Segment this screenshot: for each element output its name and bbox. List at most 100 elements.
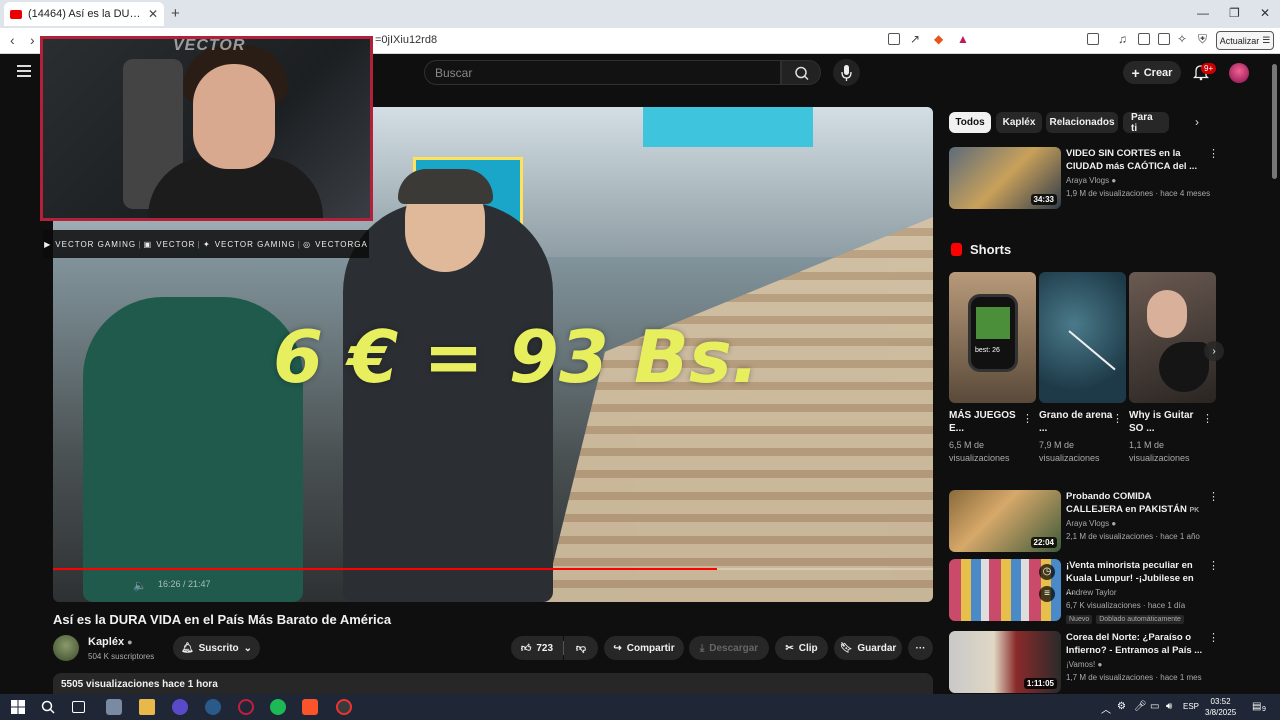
chip-kaplex[interactable]: Kapléx: [996, 112, 1042, 133]
recommendation-item[interactable]: 34:33 VIDEO SIN CORTES en la CIUDAD más …: [949, 147, 1224, 209]
brave-shield-icon[interactable]: ◆: [934, 32, 943, 46]
save-button[interactable]: 🔖︎ Guardar: [834, 636, 902, 660]
volume-icon[interactable]: 🔈: [133, 579, 147, 592]
search-icon[interactable]: [40, 699, 56, 715]
brave-rewards-icon[interactable]: ▲: [957, 32, 969, 46]
more-vert-icon[interactable]: ⋮: [1022, 412, 1033, 425]
dislike-button[interactable]: 👎︎: [564, 636, 598, 660]
create-button[interactable]: + Crear: [1123, 61, 1181, 84]
stream-logo: VECTOR: [173, 37, 246, 54]
tray-chevron-icon[interactable]: ︿: [1101, 701, 1111, 716]
description-box[interactable]: 5505 visualizaciones hace 1 hora: [53, 673, 933, 695]
short-thumbnail[interactable]: [1129, 272, 1216, 403]
forward-icon[interactable]: ›: [30, 32, 35, 48]
more-vert-icon[interactable]: ⋮: [1112, 412, 1123, 425]
share-button[interactable]: ↪ Compartir: [604, 636, 684, 660]
close-window-button[interactable]: ✕: [1260, 6, 1270, 20]
close-tab-icon[interactable]: ✕: [148, 7, 158, 21]
shorts-next-button[interactable]: ›: [1204, 341, 1224, 361]
short-views: 7,9 M de visualizaciones: [1039, 440, 1100, 463]
volume-icon[interactable]: 🔊︎: [1166, 701, 1172, 712]
recommendation-item[interactable]: 22:04 Probando COMIDA CALLEJERA en PAKIS…: [949, 490, 1224, 552]
app-icon[interactable]: [106, 699, 122, 715]
restore-button[interactable]: ❐: [1229, 6, 1240, 20]
spotify-icon[interactable]: [270, 699, 286, 715]
chip-para-ti[interactable]: Para ti: [1123, 112, 1169, 134]
page-scrollbar[interactable]: [1272, 64, 1277, 179]
chevron-right-icon[interactable]: ›: [1195, 115, 1199, 129]
short-item[interactable]: best: 26 MÁS JUEGOS E... 6,5 M de visual…: [949, 272, 1036, 465]
chip-relacionados[interactable]: Relacionados: [1046, 112, 1118, 133]
chip-todos[interactable]: Todos: [949, 112, 991, 133]
short-thumbnail[interactable]: [1039, 272, 1126, 403]
app-icon[interactable]: [336, 699, 352, 715]
short-item[interactable]: Grano de arena ... 7,9 M de visualizacio…: [1039, 272, 1126, 465]
recommendation-item[interactable]: ◷ ≡ ¡Venta minorista peculiar en Kuala L…: [949, 559, 1224, 624]
steam-icon[interactable]: [205, 699, 221, 715]
minimize-button[interactable]: —: [1197, 6, 1209, 20]
recommendation-thumbnail[interactable]: 34:33: [949, 147, 1061, 209]
app-icon[interactable]: [172, 699, 188, 715]
recommendation-thumbnail[interactable]: ◷ ≡: [949, 559, 1061, 621]
more-vert-icon[interactable]: ⋮: [1202, 412, 1213, 425]
tray-app-icon[interactable]: ⚙: [1117, 701, 1126, 712]
cast-icon[interactable]: [888, 33, 900, 45]
recommendation-title: Probando COMIDA CALLEJERA en PAKISTÁN PK: [1066, 490, 1204, 517]
clip-button[interactable]: ✂ Clip: [775, 636, 828, 660]
recommendation-item[interactable]: 1:11:05 Corea del Norte: ¿Paraíso o Infi…: [949, 631, 1224, 693]
user-avatar[interactable]: [1229, 63, 1249, 83]
network-icon[interactable]: ▭: [1150, 701, 1159, 712]
tray-mic-icon[interactable]: 🎤︎: [1134, 701, 1147, 712]
language-indicator[interactable]: ESP: [1183, 702, 1199, 711]
more-vert-icon[interactable]: ⋮: [1208, 490, 1219, 503]
menu-icon[interactable]: [17, 65, 31, 77]
download-label: Descargar: [709, 642, 759, 654]
system-clock[interactable]: 03:52 3/8/2025: [1205, 696, 1236, 718]
file-explorer-icon[interactable]: [139, 699, 155, 715]
notification-center-icon[interactable]: ▤: [1252, 701, 1261, 712]
voice-search-button[interactable]: [833, 59, 860, 86]
search-button[interactable]: [781, 60, 821, 85]
wallet-icon[interactable]: [1158, 33, 1170, 45]
reader-icon[interactable]: [1087, 33, 1099, 45]
microphone-icon: [841, 65, 852, 81]
recommendation-thumbnail[interactable]: 22:04: [949, 490, 1061, 552]
social-label: VECTOR GAMING: [55, 239, 137, 249]
watch-later-icon[interactable]: ◷: [1039, 564, 1055, 580]
tab-title: (14464) Así es la DURA VIDA en: [28, 8, 142, 20]
video-title: Así es la DURA VIDA en el País Más Barat…: [53, 612, 392, 627]
subscribed-button[interactable]: 🔔︎ Suscrito ⌄: [173, 636, 260, 660]
more-vert-icon[interactable]: ⋮: [1208, 147, 1219, 160]
shorts-icon: [951, 243, 962, 256]
sidebar-icon[interactable]: [1138, 33, 1150, 45]
more-actions-button[interactable]: ···: [908, 636, 933, 660]
opera-icon[interactable]: [238, 699, 254, 715]
video-progress-bar[interactable]: [53, 568, 933, 570]
short-item[interactable]: Why is Guitar SO ... 1,1 M de visualizac…: [1129, 272, 1216, 465]
more-vert-icon[interactable]: ⋮: [1208, 631, 1219, 644]
share-page-icon[interactable]: ↗: [910, 32, 920, 46]
windows-start-icon[interactable]: [10, 699, 26, 715]
clock-time: 03:52: [1210, 697, 1231, 706]
new-tab-button[interactable]: +: [171, 5, 180, 22]
recommendation-thumbnail[interactable]: 1:11:05: [949, 631, 1061, 693]
url-text[interactable]: =0jIXiu12rd8: [375, 34, 437, 46]
music-icon[interactable]: ♫: [1118, 32, 1127, 46]
back-icon[interactable]: ‹: [10, 32, 15, 48]
task-view-icon[interactable]: [72, 701, 85, 713]
search-input[interactable]: Buscar: [424, 60, 781, 85]
brave-icon[interactable]: [302, 699, 318, 715]
leo-icon[interactable]: ✧: [1177, 32, 1187, 46]
browser-tab[interactable]: (14464) Así es la DURA VIDA en ✕: [4, 2, 164, 26]
add-to-queue-icon[interactable]: ≡: [1039, 586, 1055, 602]
twitch-icon: ▣: [143, 239, 153, 249]
search-icon: [795, 66, 809, 81]
update-button[interactable]: Actualizar ☰: [1216, 31, 1274, 50]
vpn-icon[interactable]: ⛨: [1198, 32, 1207, 47]
channel-avatar[interactable]: [53, 635, 79, 661]
short-thumbnail[interactable]: best: 26: [949, 272, 1036, 403]
more-vert-icon[interactable]: ⋮: [1208, 559, 1219, 572]
download-button[interactable]: ⤓ Descargar: [689, 636, 769, 660]
like-button[interactable]: 👍︎ 723: [511, 636, 563, 660]
channel-name[interactable]: Kapléx ●: [88, 636, 133, 648]
